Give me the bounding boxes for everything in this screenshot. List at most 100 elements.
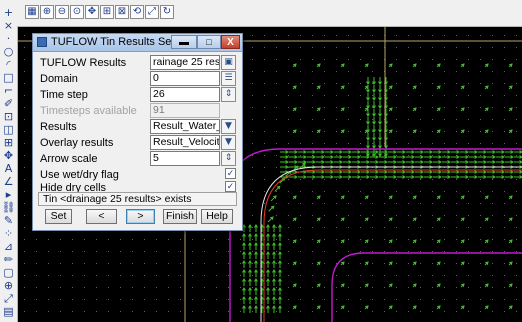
velocity-arrow bbox=[278, 287, 282, 295]
use-wet-dry-checkbox[interactable]: ✓ bbox=[225, 168, 236, 179]
close-button[interactable]: X bbox=[221, 35, 240, 49]
dialog-titlebar[interactable]: TUFLOW Tin Results Settings ▬ □ X bbox=[33, 34, 242, 52]
zoom-in-plus-icon[interactable]: ⊕ bbox=[40, 5, 54, 19]
rectangle-icon[interactable]: □ bbox=[2, 71, 15, 84]
hide-dry-cells-checkbox[interactable]: ✓ bbox=[225, 181, 236, 192]
grid-dot bbox=[24, 275, 25, 276]
grid-dot bbox=[480, 71, 481, 72]
grid-dot bbox=[456, 83, 457, 84]
finish-button[interactable]: Finish bbox=[163, 209, 197, 224]
grid-dot bbox=[408, 239, 409, 240]
grid-dot bbox=[276, 227, 277, 228]
measure-icon[interactable]: ⊿ bbox=[2, 240, 15, 253]
velocity-arrow bbox=[242, 242, 246, 250]
grid-dot bbox=[336, 71, 337, 72]
grid-dot bbox=[192, 311, 193, 312]
velocity-arrow bbox=[334, 160, 343, 164]
zoom-all-icon[interactable]: ⤢ bbox=[145, 5, 159, 19]
grid-dot bbox=[408, 83, 409, 84]
grid-dot bbox=[516, 155, 517, 156]
list-icon[interactable]: ☰ bbox=[221, 71, 236, 86]
velocity-arrow bbox=[412, 261, 417, 266]
join-icon[interactable]: ⊕ bbox=[2, 279, 15, 292]
set-button[interactable]: Set bbox=[45, 209, 72, 224]
fill-icon[interactable]: ◫ bbox=[2, 123, 15, 136]
zoom-out-minus-icon[interactable]: ⊖ bbox=[55, 5, 69, 19]
grid-dot bbox=[468, 311, 469, 312]
points-icon[interactable]: ⁘ bbox=[2, 227, 15, 240]
grid-dot bbox=[516, 215, 517, 216]
grid-dot bbox=[252, 95, 253, 96]
maximize-button[interactable]: □ bbox=[197, 35, 221, 49]
velocity-arrow bbox=[242, 260, 246, 268]
velocity-arrow bbox=[242, 305, 246, 313]
overlay-results-field[interactable]: Result_Velocity_Ve bbox=[150, 135, 220, 150]
velocity-arrow bbox=[364, 195, 369, 200]
move-icon[interactable]: ✥ bbox=[2, 149, 15, 162]
grid-dot bbox=[384, 311, 385, 312]
grid-dot bbox=[468, 287, 469, 288]
select-icon[interactable]: ▸ bbox=[2, 188, 15, 201]
refresh-icon[interactable]: ↻ bbox=[160, 5, 174, 19]
domain-field[interactable]: 0 bbox=[150, 71, 220, 86]
arrow-scale-stepper-icon[interactable]: ⇕ bbox=[221, 151, 236, 166]
scale-icon[interactable]: ⤢ bbox=[2, 292, 15, 305]
text-icon[interactable]: A bbox=[2, 162, 15, 175]
time-step-stepper-icon[interactable]: ⇕ bbox=[221, 87, 236, 102]
circle-icon[interactable]: ○ bbox=[2, 45, 15, 58]
results-label: Results bbox=[40, 121, 77, 133]
velocity-arrow bbox=[372, 93, 376, 101]
crosshair-icon[interactable]: + bbox=[2, 6, 15, 19]
velocity-arrow bbox=[372, 109, 376, 117]
grid-dot bbox=[480, 155, 481, 156]
zoom-window-icon[interactable]: ⊙ bbox=[70, 5, 84, 19]
pencil-icon[interactable]: ✏ bbox=[2, 253, 15, 266]
grid-dot bbox=[384, 239, 385, 240]
cross-icon[interactable]: × bbox=[2, 19, 15, 32]
label-icon[interactable]: ▢ bbox=[2, 266, 15, 279]
help-button[interactable]: Help bbox=[201, 209, 233, 224]
edit-icon[interactable]: ✎ bbox=[2, 214, 15, 227]
grid-dot bbox=[408, 95, 409, 96]
zoom-extent-icon[interactable]: ⊞ bbox=[100, 5, 114, 19]
grid-dot bbox=[492, 311, 493, 312]
grid-dot bbox=[504, 263, 505, 264]
top-toolbar: ▦ ⊕ ⊖ ⊙ ✥ ⊞ ⊠ ⟲ ⤢ ↻ bbox=[17, 0, 522, 27]
pan-icon[interactable]: ✥ bbox=[85, 5, 99, 19]
grid-dot bbox=[240, 251, 241, 252]
velocity-arrow bbox=[248, 260, 252, 268]
tin-select-icon[interactable]: ▣ bbox=[221, 55, 236, 70]
grid-dot bbox=[156, 263, 157, 264]
zoom-previous-icon[interactable]: ⊠ bbox=[115, 5, 129, 19]
grid-dot bbox=[492, 215, 493, 216]
chain-icon[interactable]: ⛓ bbox=[2, 201, 16, 214]
dropdown-icon[interactable]: ▼ bbox=[221, 135, 236, 150]
dropdown-icon[interactable]: ▼ bbox=[221, 119, 236, 134]
velocity-arrow bbox=[460, 160, 469, 164]
polyline-icon[interactable]: ⌐ bbox=[2, 84, 15, 97]
arc-icon[interactable]: ◜ bbox=[2, 58, 15, 71]
velocity-arrow bbox=[388, 85, 393, 90]
grid-dot bbox=[312, 143, 313, 144]
grid-dot bbox=[288, 311, 289, 312]
minimize-button[interactable]: ▬ bbox=[171, 35, 197, 49]
pick-icon[interactable]: ⊡ bbox=[2, 110, 15, 123]
grid-dot bbox=[444, 311, 445, 312]
pen-icon[interactable]: ✐ bbox=[2, 97, 15, 110]
hatch-icon[interactable]: ▤ bbox=[2, 305, 15, 318]
velocity-arrow bbox=[436, 195, 441, 200]
previous-button[interactable]: < bbox=[86, 209, 117, 224]
dotted-line-icon[interactable]: · bbox=[2, 32, 15, 45]
results-field[interactable]: Result_Water_Leve bbox=[150, 119, 220, 134]
grid-icon[interactable]: ⊞ bbox=[2, 136, 15, 149]
time-step-field[interactable]: 26 bbox=[150, 87, 220, 102]
grid-dot bbox=[264, 35, 265, 36]
arrow-scale-field[interactable]: 5 bbox=[150, 151, 220, 166]
next-button[interactable]: > bbox=[126, 209, 155, 224]
tuflow-results-field[interactable]: rainage 25 results bbox=[150, 55, 220, 70]
angle-icon[interactable]: ∠ bbox=[2, 175, 15, 188]
grid-dot bbox=[456, 71, 457, 72]
velocity-arrow bbox=[254, 296, 258, 304]
redraw-icon[interactable]: ⟲ bbox=[130, 5, 144, 19]
window-icon[interactable]: ▦ bbox=[25, 5, 39, 19]
